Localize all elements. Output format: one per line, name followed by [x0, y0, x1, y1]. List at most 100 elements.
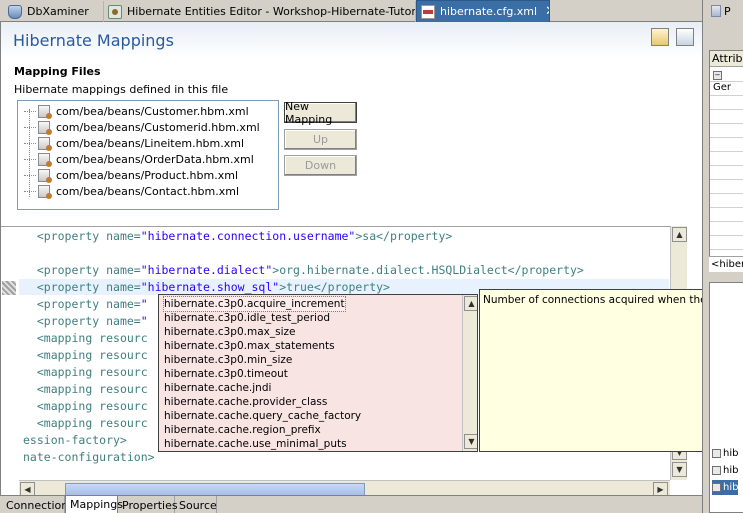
attribute-row[interactable] — [710, 124, 743, 138]
code-line[interactable]: <mapping resourc — [23, 398, 148, 414]
outline-item[interactable]: hib — [712, 463, 738, 478]
code-tag: <property name= — [36, 280, 141, 294]
completion-item[interactable]: hibernate.cache.region_prefix — [164, 423, 321, 437]
code-line[interactable]: <mapping resourc — [23, 415, 148, 431]
tab-hibernate-entities-editor[interactable]: Hibernate Entities Editor - Workshop-Hib… — [104, 1, 416, 22]
mapping-label: com/bea/beans/Customer.hbm.xml — [56, 104, 249, 118]
code-tag: >org.hibernate.dialect.HSQLDialect</prop… — [272, 263, 584, 277]
attribute-row[interactable] — [710, 194, 743, 208]
code-line[interactable]: <property name=" — [23, 313, 148, 329]
outline-tree[interactable]: hib hib hib — [709, 282, 743, 513]
attribute-row[interactable] — [710, 82, 743, 96]
scroll-up-icon[interactable]: ▲ — [464, 296, 477, 311]
code-line[interactable]: nate-configuration> — [23, 449, 155, 465]
database-icon — [8, 4, 22, 19]
attribute-row[interactable] — [710, 96, 743, 110]
attribute-row[interactable] — [710, 180, 743, 194]
code-line[interactable]: <property name="hibernate.dialect">org.h… — [23, 262, 584, 278]
code-tag: ession-factory> — [23, 433, 127, 447]
completion-item[interactable]: hibernate.c3p0.timeout — [164, 367, 288, 381]
tab-label: Hibernate Entities Editor - Workshop-Hib… — [127, 5, 416, 18]
attribute-row[interactable] — [710, 222, 743, 236]
attribute-row[interactable] — [710, 236, 743, 250]
mapping-label: com/bea/beans/Contact.hbm.xml — [56, 184, 240, 198]
element-icon — [712, 483, 721, 492]
current-line-marker — [2, 281, 16, 295]
code-tag: <mapping resourc — [36, 416, 148, 430]
mapping-files-tree[interactable]: com/bea/beans/Customer.hbm.xml com/bea/b… — [17, 100, 279, 210]
scroll-down-icon[interactable]: ▼ — [464, 434, 477, 449]
completion-item[interactable]: hibernate.c3p0.idle_test_period — [164, 311, 330, 325]
editor-tab-strip: DbXaminer Hibernate Entities Editor - Wo… — [0, 0, 702, 22]
completion-item[interactable]: hibernate.c3p0.min_size — [164, 353, 292, 367]
tree-item-mapping[interactable]: com/bea/beans/Lineitem.hbm.xml — [24, 135, 244, 151]
tree-item-mapping[interactable]: com/bea/beans/Product.hbm.xml — [24, 167, 238, 183]
attribute-row[interactable] — [710, 152, 743, 166]
code-line[interactable]: <mapping resourc — [23, 330, 148, 346]
tree-item-mapping[interactable]: com/bea/beans/OrderData.hbm.xml — [24, 151, 254, 167]
tab-connection[interactable]: Connection — [2, 496, 68, 513]
up-button[interactable]: Up — [284, 129, 357, 150]
tab-properties[interactable]: Properties — [118, 496, 178, 513]
completion-item[interactable]: hibernate.cache.provider_class — [164, 395, 327, 409]
completion-item[interactable]: hibernate.cache.query_cache_factory — [164, 409, 361, 423]
completion-item[interactable]: hibernate.c3p0.acquire_increment — [163, 296, 346, 312]
code-line[interactable]: <property name=" — [23, 296, 148, 312]
tree-item-mapping[interactable]: com/bea/beans/Contact.hbm.xml — [24, 183, 239, 199]
code-tag: >sa</property> — [355, 229, 453, 243]
side-panel-tab[interactable]: P — [703, 0, 743, 22]
completion-item[interactable]: hibernate.cache.jndi — [164, 381, 271, 395]
code-line[interactable]: <mapping resourc — [23, 364, 148, 380]
new-mapping-button[interactable]: New Mapping — [284, 100, 357, 126]
scroll-up-icon[interactable]: ▲ — [672, 227, 687, 242]
code-line[interactable]: <property name="hibernate.connection.use… — [23, 228, 452, 244]
element-icon — [712, 449, 721, 458]
outline-item[interactable]: hib — [712, 446, 738, 461]
design-view-icon[interactable] — [651, 28, 669, 46]
attribute-row[interactable] — [710, 166, 743, 180]
section-title: Mapping Files — [14, 65, 101, 78]
completion-item[interactable]: hibernate.c3p0.max_statements — [164, 339, 335, 353]
attributes-table[interactable]: Attribu − Ger — [709, 50, 743, 272]
collapse-icon[interactable]: − — [713, 71, 722, 80]
tab-source[interactable]: Source — [175, 496, 217, 513]
code-line[interactable]: <mapping resourc — [23, 381, 148, 397]
popup-scrollbar[interactable]: ▲ ▼ — [462, 295, 477, 451]
content-assist-popup[interactable]: ▲ ▼ hibernate.c3p0.acquire_increment hibe… — [158, 294, 478, 452]
mapping-label: com/bea/beans/Product.hbm.xml — [56, 168, 239, 182]
scroll-down-icon[interactable]: ▼ — [672, 462, 687, 477]
tab-dbxaminer[interactable]: DbXaminer — [4, 1, 104, 22]
attribute-group-row[interactable]: − Ger — [710, 68, 743, 93]
section-description: Hibernate mappings defined in this file — [14, 83, 229, 96]
hbm-file-icon — [38, 152, 52, 167]
editor-ruler — [1, 227, 19, 480]
hbm-file-icon — [38, 136, 52, 151]
code-line[interactable]: ession-factory> — [23, 432, 127, 448]
attribute-row[interactable] — [710, 138, 743, 152]
hbm-file-icon — [38, 184, 52, 199]
tree-item-mapping[interactable]: com/bea/beans/Customerid.hbm.xml — [24, 119, 260, 135]
down-button[interactable]: Down — [284, 155, 357, 176]
properties-icon — [711, 5, 721, 17]
code-tag: <mapping resourc — [36, 331, 148, 345]
attribute-row[interactable] — [710, 208, 743, 222]
tab-hibernate-cfg-xml[interactable]: hibernate.cfg.xml ✕ — [416, 0, 550, 22]
tree-item-mapping[interactable]: com/bea/beans/Customer.hbm.xml — [24, 103, 249, 119]
close-icon[interactable]: ✕ — [545, 4, 549, 19]
completion-item[interactable]: hibernate.c3p0.max_size — [164, 325, 295, 339]
tab-mappings[interactable]: Mappings — [65, 496, 123, 513]
attribute-row[interactable] — [710, 110, 743, 124]
code-line[interactable]: <mapping resourc — [23, 347, 148, 363]
hbm-file-icon — [38, 104, 52, 119]
source-view-icon[interactable] — [676, 28, 694, 46]
completion-item[interactable]: hibernate.cache.use_minimal_puts — [164, 437, 347, 451]
code-string: " — [140, 314, 148, 328]
outline-item-selected[interactable]: hib — [712, 480, 739, 495]
